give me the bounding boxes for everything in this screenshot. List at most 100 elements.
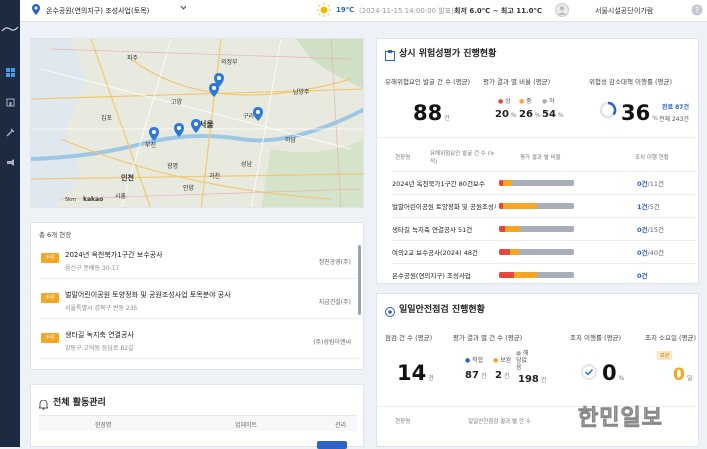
home-icon[interactable] [4,96,16,108]
risk-title: 상시 위험성평가 진행현황 [399,49,497,59]
segment-high [499,249,511,255]
check-circle-icon [581,364,597,384]
map-label: 인천 [121,174,134,182]
safety-icon [385,302,395,321]
map-panel[interactable]: 서울 인천 부천 광명 안양 과천 성남 하남 구리 고양 김포 의정부 남양주… [30,38,364,208]
manage-button[interactable] [317,441,347,449]
segment-low [536,272,574,278]
risk-table-row[interactable]: 여의2교 보수공사(2024) 48건 0건/40건 [392,240,697,262]
risk-hazard-label: 유해위험요인 발굴 건 수 (평균) [385,78,471,86]
map-label: 시흥 [115,193,127,200]
safety-days-value: 0 [673,365,685,385]
site-item[interactable]: 추위 벌말어린이공원 토양정화 및 공원조성사업 토목분야 공사 서울특별시 강… [39,285,359,319]
clipboard-icon [385,46,395,65]
bell-icon [37,395,50,414]
map-label: 안양 [183,185,195,192]
scrollbar[interactable] [358,245,361,315]
map-label: 과천 [209,173,221,180]
site-marker-icon[interactable] [149,127,159,141]
unit: 건 [428,375,434,382]
activity-title: 전체 활동관리 [53,398,106,408]
legend-fix: ● 보완 [493,357,512,364]
risk-table-row[interactable]: 온수공원(연의지구) 조성사업 0건 [392,263,697,283]
risk-hazard-count: 88 건 [413,101,450,125]
risk-table-header: 현장명 유해위험요인 발굴 건 수 (누적) 평가 결과 별 비율 조치 이행 … [392,149,697,171]
site-address: 음신구 문배동 30-17 [65,265,120,272]
legend-low: ● 하 [542,98,555,105]
sidebar-logo[interactable] [1,25,19,35]
risk-table-row[interactable]: 생타길 녹지축 연결공사 51건 0건/15건 [392,217,697,239]
site-name: 벌말어린이공원 토양정화 및 공원조성사업 토목분야 공사 [65,291,231,299]
tool-icon[interactable] [4,126,16,138]
segment-low [520,226,574,232]
segment-low [511,180,574,186]
safety-action-label: 조치 이행률 (평균) [570,334,622,342]
map-attribution: kakao [83,196,104,203]
col-site: 현장명 [395,155,411,161]
megaphone-icon[interactable] [4,156,16,168]
chevron-down-icon[interactable] [180,5,187,13]
avatar[interactable] [555,3,569,19]
risk-table-row[interactable]: 2024년 옥천북가1구간 80건보수 0건/11건 [392,171,697,193]
segment-mid [502,203,537,209]
risk-hazard-value: 88 [413,101,443,125]
col-ratio: 평가 결과 별 비율 [520,155,561,161]
site-address: 서울특별시 강북구 번동 235 [65,305,138,312]
safety-days: 0일 [673,365,692,385]
site-tag: 추위 [41,293,59,303]
map-label: 의정부 [221,59,238,66]
segment-mid [510,249,520,255]
safety-days-label: 조치 소요일 (평균) [645,334,697,342]
risk-row-action: 0건/15건 [637,224,664,234]
location-pin-icon [32,4,40,17]
watermark: 한민일보 [578,406,663,432]
safety-result-label: 평가 결과 별 건 수 (평균) [453,334,523,342]
help-icon[interactable]: ? [691,4,703,18]
user-name[interactable]: 이가람 [634,6,653,16]
unit: % [652,115,658,122]
forecast-time: (2024-11-15 14:00:00 발표) [359,7,454,15]
val-fix: 2건 [495,370,510,381]
dashboard-icon[interactable] [4,66,16,78]
risk-ratio-bar [499,226,574,232]
safety-check-value: 14 [397,361,427,385]
sidebar [0,0,20,447]
map-label: 하남 [285,137,297,144]
risk-row-action: 0건 [637,270,648,280]
org-name: 서울시설공단 [595,7,634,15]
site-marker-icon[interactable] [253,107,263,121]
risk-row-name: 여의2교 보수공사(2024) 48건 [392,249,478,257]
segment-high [499,272,514,278]
action-total: /5건 [647,203,660,211]
action-total: /11건 [647,180,664,188]
map-label: 김포 [101,115,113,122]
unit: % [618,375,625,382]
unit: 일 [686,375,693,382]
site-marker-icon[interactable] [174,123,184,137]
site-company: (주)성림이앤씨 [313,339,351,346]
map-label: 남양주 [293,89,310,96]
pct-high: 20% [495,109,517,120]
map-label: 고양 [171,99,183,106]
col-site: 현장명 [95,422,112,429]
risk-action-rate: 36% [621,101,658,125]
project-select[interactable]: 온수공원(연의지구) 조성사업(토목) [46,6,149,16]
site-item[interactable]: 추위 2024년 옥천북가1구간 보수공사 음신구 문배동 30-17 정진공영… [39,245,359,279]
risk-action-label: 위험성 감소대책 이행률 (평균) [589,78,673,86]
site-item[interactable]: 추위 생타길 녹지축 연결공사 강동구 고덕동 등남로 82길 (주)성림이앤씨 [39,325,359,359]
site-marker-icon[interactable] [209,83,219,97]
site-marker-icon[interactable] [191,119,201,133]
map-label: 광명 [167,163,179,170]
map-label: 파주 [127,55,139,62]
risk-done: 완료 87건 [662,104,689,111]
risk-action-value: 36 [621,101,651,125]
site-count-label: 총 6개 현장 [39,231,72,239]
map-label: 서울 [199,120,214,129]
risk-table-row[interactable]: 벌말어린이공원 토양정화 및 공원조성사업 1건/5건 [392,194,697,216]
svg-text:?: ? [695,6,699,15]
site-name: 생타길 녹지축 연결공사 [65,331,134,339]
risk-ratio-bar [499,249,574,255]
risk-total: 전체 243건 [659,116,689,123]
risk-row-name: 2024년 옥천북가1구간 80건보수 [392,180,485,188]
pct-low: 54% [542,109,564,120]
